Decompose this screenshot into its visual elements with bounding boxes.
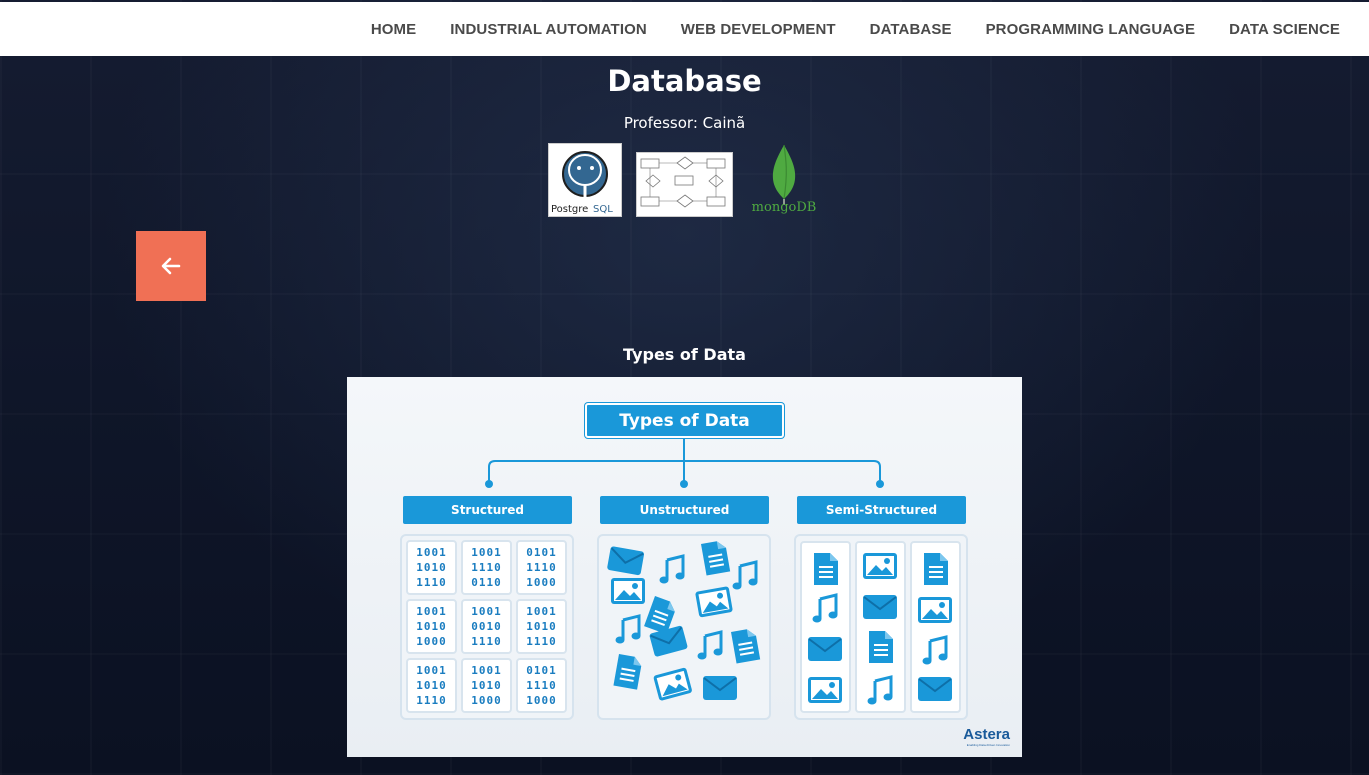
svg-text:SQL: SQL [593, 204, 613, 215]
structured-panel: 1001 1010 1110 1001 1110 0110 0101 1110 1000 1… [400, 534, 574, 720]
binary-cell: 1001 1010 1110 [516, 599, 567, 654]
types-of-data-figure: Types of Data Structured Unstructured Se… [347, 377, 1022, 757]
arrow-left-icon [161, 257, 181, 275]
binary-cell: 1001 1010 1000 [461, 658, 512, 713]
svg-text:Postgre: Postgre [551, 204, 588, 215]
semi-structured-column [910, 541, 961, 713]
nav-industrial-automation[interactable]: INDUSTRIAL AUTOMATION [450, 21, 647, 38]
binary-cell: 1001 0010 1110 [461, 599, 512, 654]
mongodb-logo: mongoDB [746, 143, 822, 217]
nav-database[interactable]: DATABASE [870, 21, 952, 38]
binary-cell: 1001 1010 1110 [406, 540, 457, 595]
nav-data-science[interactable]: DATA SCIENCE [1229, 21, 1340, 38]
section-title: Types of Data [623, 345, 746, 364]
binary-cell: 1001 1010 1110 [406, 658, 457, 713]
binary-cell: 1001 1110 0110 [461, 540, 512, 595]
back-button[interactable] [136, 231, 206, 301]
page-title: Database [607, 64, 762, 98]
astera-logo: Astera Enabling Data-Driven Innovation [963, 726, 1010, 747]
professor-name: Professor: Cainã [623, 114, 746, 132]
semi-structured-column [800, 541, 851, 713]
binary-cell: 0101 1110 1000 [516, 658, 567, 713]
semi-structured-column [855, 541, 906, 713]
structured-header: Structured [403, 496, 572, 524]
er-diagram-thumbnail [636, 152, 733, 217]
semi-structured-header: Semi-Structured [797, 496, 966, 524]
postgresql-logo: Postgre SQL [548, 143, 622, 217]
nav-home[interactable]: HOME [371, 21, 416, 38]
figure-connectors [485, 438, 884, 488]
top-navigation: HOME INDUSTRIAL AUTOMATION WEB DEVELOPME… [0, 2, 1369, 56]
unstructured-icons [605, 538, 762, 702]
binary-cell: 0101 1110 1000 [516, 540, 567, 595]
nav-programming-language[interactable]: PROGRAMMING LANGUAGE [986, 21, 1196, 38]
semi-structured-panel [794, 534, 968, 720]
unstructured-header: Unstructured [600, 496, 769, 524]
svg-text:mongoDB: mongoDB [752, 200, 817, 215]
binary-cell: 1001 1010 1000 [406, 599, 457, 654]
unstructured-panel [597, 534, 771, 720]
nav-web-development[interactable]: WEB DEVELOPMENT [681, 21, 836, 38]
